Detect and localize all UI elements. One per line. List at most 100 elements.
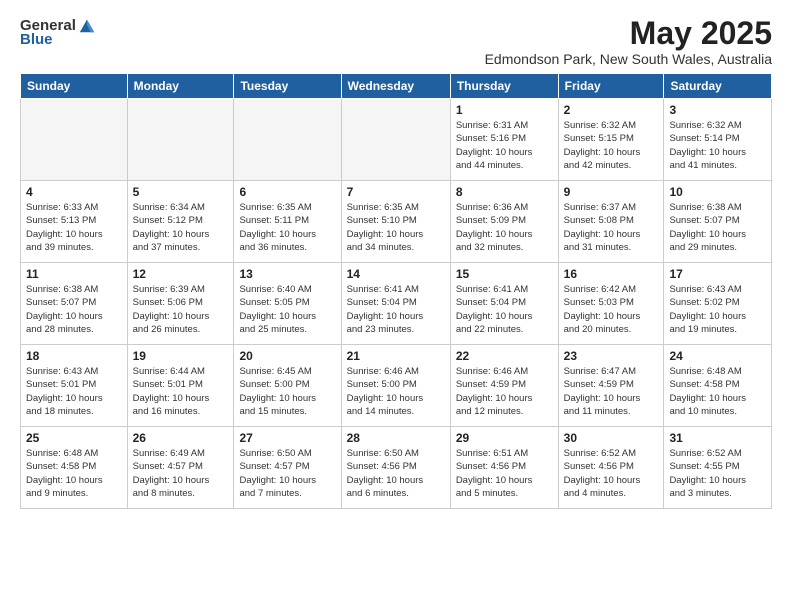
day-info: Sunrise: 6:31 AMSunset: 5:16 PMDaylight:… (456, 119, 553, 172)
day-info: Sunrise: 6:44 AMSunset: 5:01 PMDaylight:… (133, 365, 229, 418)
calendar-header-saturday: Saturday (664, 74, 772, 99)
calendar-cell: 14 Sunrise: 6:41 AMSunset: 5:04 PMDayligh… (341, 263, 450, 345)
calendar-header-friday: Friday (558, 74, 664, 99)
day-number: 8 (456, 185, 553, 199)
day-info: Sunrise: 6:50 AMSunset: 4:56 PMDaylight:… (347, 447, 445, 500)
day-number: 22 (456, 349, 553, 363)
day-number: 15 (456, 267, 553, 281)
calendar-cell: 1Sunrise: 6:31 AMSunset: 5:16 PMDaylight… (450, 99, 558, 181)
calendar-cell: 11Sunrise: 6:38 AMSunset: 5:07 PMDayligh… (21, 263, 128, 345)
day-info: Sunrise: 6:37 AMSunset: 5:08 PMDaylight:… (564, 201, 659, 254)
day-number: 12 (133, 267, 229, 281)
day-info: Sunrise: 6:32 AMSunset: 5:14 PMDaylight:… (669, 119, 766, 172)
calendar-cell: 31Sunrise: 6:52 AMSunset: 4:55 PMDayligh… (664, 427, 772, 509)
title-area: May 2025 Edmondson Park, New South Wales… (485, 16, 772, 67)
calendar-cell: 23 Sunrise: 6:47 AMSunset: 4:59 PMDayligh… (558, 345, 664, 427)
day-info: Sunrise: 6:52 AMSunset: 4:56 PMDaylight:… (564, 447, 659, 500)
day-info: Sunrise: 6:47 AMSunset: 4:59 PMDaylight:… (564, 365, 659, 418)
day-number: 9 (564, 185, 659, 199)
day-number: 10 (669, 185, 766, 199)
day-info: Sunrise: 6:49 AMSunset: 4:57 PMDaylight:… (133, 447, 229, 500)
calendar-cell (234, 99, 341, 181)
calendar-cell: 28 Sunrise: 6:50 AMSunset: 4:56 PMDayligh… (341, 427, 450, 509)
calendar-week-2: 4 Sunrise: 6:33 AMSunset: 5:13 PMDaylight… (21, 181, 772, 263)
day-number: 30 (564, 431, 659, 445)
day-info: Sunrise: 6:36 AMSunset: 5:09 PMDaylight:… (456, 201, 553, 254)
day-number: 19 (133, 349, 229, 363)
day-info: Sunrise: 6:35 AMSunset: 5:10 PMDaylight:… (347, 201, 445, 254)
calendar-cell: 2Sunrise: 6:32 AMSunset: 5:15 PMDaylight… (558, 99, 664, 181)
calendar-cell: 22 Sunrise: 6:46 AMSunset: 4:59 PMDayligh… (450, 345, 558, 427)
day-info: Sunrise: 6:41 AMSunset: 5:04 PMDaylight:… (456, 283, 553, 336)
calendar-cell: 17 Sunrise: 6:43 AMSunset: 5:02 PMDayligh… (664, 263, 772, 345)
calendar-week-4: 18 Sunrise: 6:43 AMSunset: 5:01 PMDayligh… (21, 345, 772, 427)
day-number: 31 (669, 431, 766, 445)
calendar-table: SundayMondayTuesdayWednesdayThursdayFrid… (20, 73, 772, 509)
day-number: 29 (456, 431, 553, 445)
day-number: 28 (347, 431, 445, 445)
day-info: Sunrise: 6:40 AMSunset: 5:05 PMDaylight:… (239, 283, 335, 336)
calendar-cell (127, 99, 234, 181)
day-number: 13 (239, 267, 335, 281)
day-number: 3 (669, 103, 766, 117)
calendar-cell: 10 Sunrise: 6:38 AMSunset: 5:07 PMDayligh… (664, 181, 772, 263)
day-number: 2 (564, 103, 659, 117)
calendar-cell: 8 Sunrise: 6:36 AMSunset: 5:09 PMDaylight… (450, 181, 558, 263)
day-number: 24 (669, 349, 766, 363)
day-number: 16 (564, 267, 659, 281)
calendar-header-monday: Monday (127, 74, 234, 99)
page-header: General Blue May 2025 Edmondson Park, Ne… (20, 16, 772, 67)
calendar-cell: 6Sunrise: 6:35 AMSunset: 5:11 PMDaylight… (234, 181, 341, 263)
calendar-cell: 4 Sunrise: 6:33 AMSunset: 5:13 PMDaylight… (21, 181, 128, 263)
calendar-cell: 29 Sunrise: 6:51 AMSunset: 4:56 PMDayligh… (450, 427, 558, 509)
day-number: 23 (564, 349, 659, 363)
day-info: Sunrise: 6:35 AMSunset: 5:11 PMDaylight:… (239, 201, 335, 254)
calendar-cell: 25Sunrise: 6:48 AMSunset: 4:58 PMDayligh… (21, 427, 128, 509)
day-number: 11 (26, 267, 122, 281)
calendar-week-3: 11Sunrise: 6:38 AMSunset: 5:07 PMDayligh… (21, 263, 772, 345)
calendar-cell: 9 Sunrise: 6:37 AMSunset: 5:08 PMDaylight… (558, 181, 664, 263)
calendar-cell: 20 Sunrise: 6:45 AMSunset: 5:00 PMDayligh… (234, 345, 341, 427)
day-number: 18 (26, 349, 122, 363)
calendar-cell: 30 Sunrise: 6:52 AMSunset: 4:56 PMDayligh… (558, 427, 664, 509)
location: Edmondson Park, New South Wales, Austral… (485, 51, 772, 67)
calendar-cell: 24Sunrise: 6:48 AMSunset: 4:58 PMDayligh… (664, 345, 772, 427)
day-number: 17 (669, 267, 766, 281)
calendar-header-row: SundayMondayTuesdayWednesdayThursdayFrid… (21, 74, 772, 99)
day-info: Sunrise: 6:38 AMSunset: 5:07 PMDaylight:… (669, 201, 766, 254)
logo: General Blue (20, 16, 96, 48)
day-info: Sunrise: 6:33 AMSunset: 5:13 PMDaylight:… (26, 201, 122, 254)
day-number: 26 (133, 431, 229, 445)
calendar-cell: 5Sunrise: 6:34 AMSunset: 5:12 PMDaylight… (127, 181, 234, 263)
calendar-cell: 27 Sunrise: 6:50 AMSunset: 4:57 PMDayligh… (234, 427, 341, 509)
calendar-body: 1Sunrise: 6:31 AMSunset: 5:16 PMDaylight… (21, 99, 772, 509)
day-info: Sunrise: 6:39 AMSunset: 5:06 PMDaylight:… (133, 283, 229, 336)
day-info: Sunrise: 6:46 AMSunset: 5:00 PMDaylight:… (347, 365, 445, 418)
day-number: 7 (347, 185, 445, 199)
day-info: Sunrise: 6:43 AMSunset: 5:01 PMDaylight:… (26, 365, 122, 418)
calendar-week-1: 1Sunrise: 6:31 AMSunset: 5:16 PMDaylight… (21, 99, 772, 181)
calendar-cell (21, 99, 128, 181)
calendar-header-thursday: Thursday (450, 74, 558, 99)
day-number: 14 (347, 267, 445, 281)
day-number: 27 (239, 431, 335, 445)
calendar-cell: 12 Sunrise: 6:39 AMSunset: 5:06 PMDayligh… (127, 263, 234, 345)
day-number: 5 (133, 185, 229, 199)
day-info: Sunrise: 6:45 AMSunset: 5:00 PMDaylight:… (239, 365, 335, 418)
day-info: Sunrise: 6:50 AMSunset: 4:57 PMDaylight:… (239, 447, 335, 500)
day-number: 25 (26, 431, 122, 445)
month-title: May 2025 (485, 16, 772, 51)
day-info: Sunrise: 6:42 AMSunset: 5:03 PMDaylight:… (564, 283, 659, 336)
day-info: Sunrise: 6:41 AMSunset: 5:04 PMDaylight:… (347, 283, 445, 336)
day-info: Sunrise: 6:51 AMSunset: 4:56 PMDaylight:… (456, 447, 553, 500)
day-info: Sunrise: 6:43 AMSunset: 5:02 PMDaylight:… (669, 283, 766, 336)
calendar-header-wednesday: Wednesday (341, 74, 450, 99)
calendar-cell: 21Sunrise: 6:46 AMSunset: 5:00 PMDayligh… (341, 345, 450, 427)
day-info: Sunrise: 6:46 AMSunset: 4:59 PMDaylight:… (456, 365, 553, 418)
calendar-cell: 7 Sunrise: 6:35 AMSunset: 5:10 PMDaylight… (341, 181, 450, 263)
calendar-cell: 18 Sunrise: 6:43 AMSunset: 5:01 PMDayligh… (21, 345, 128, 427)
day-number: 4 (26, 185, 122, 199)
day-number: 20 (239, 349, 335, 363)
calendar-cell: 15 Sunrise: 6:41 AMSunset: 5:04 PMDayligh… (450, 263, 558, 345)
logo-icon (78, 16, 96, 34)
